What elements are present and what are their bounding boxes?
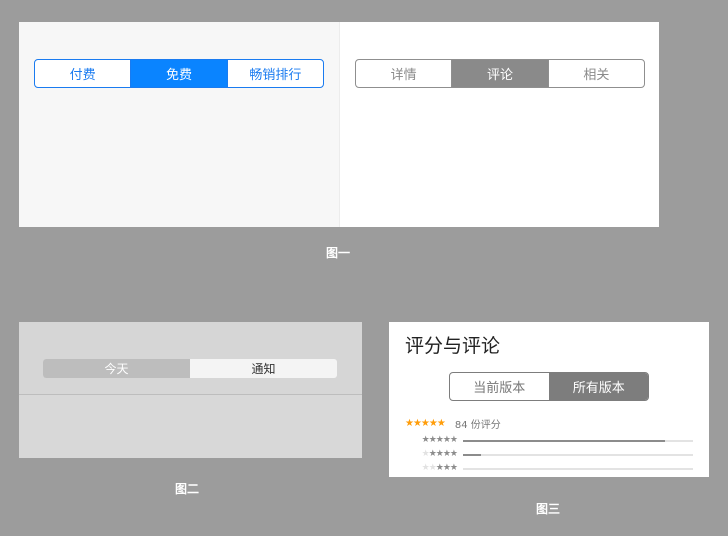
figure-1-right-pane: 详情 评论 相关 [339,22,659,227]
figure-3-panel: 评分与评论 当前版本 所有版本 ★★★★★ 84 份评分 ★★★★★ ★★★★★… [389,322,709,477]
segment-reviews[interactable]: 评论 [451,60,548,87]
today-notifications-segmented-control: 今天 通知 [43,359,337,378]
five-star-label: ★★★★★ [421,435,458,445]
rating-bar-5 [463,440,693,442]
app-detail-segmented-control: 详情 评论 相关 [355,59,645,88]
rating-bar-3 [463,468,693,470]
figure-2-caption: 图二 [175,482,200,496]
store-category-segmented-control: 付费 免费 畅销排行 [34,59,324,88]
figure-3-caption: 图三 [536,502,561,516]
figure-1-caption: 图一 [326,246,351,260]
segment-notifications[interactable]: 通知 [190,359,337,378]
ratings-title: 评分与评论 [405,335,501,357]
segment-related[interactable]: 相关 [547,60,644,87]
figure-2-panel: 今天 通知 [19,322,362,458]
version-segmented-control: 当前版本 所有版本 [449,372,649,401]
rating-count: 84 份评分 [454,420,501,431]
segment-top-grossing[interactable]: 畅销排行 [226,60,323,87]
segment-today[interactable]: 今天 [43,359,190,378]
three-star-label: ★★★★★ [421,463,458,473]
rating-bar-4 [463,454,693,456]
rating-bar-5-fill [463,440,666,442]
four-star-label: ★★★★★ [421,449,458,459]
rating-summary: ★★★★★ 84 份评分 [405,416,501,431]
rating-row-5-stars: ★★★★★ [405,435,458,445]
segment-details[interactable]: 详情 [356,60,451,87]
segment-paid[interactable]: 付费 [35,60,130,87]
segment-all-versions[interactable]: 所有版本 [548,373,648,400]
rating-bar-4-fill [463,454,482,456]
average-rating-stars: ★★★★★ [405,417,446,429]
figure-1-panel: 付费 免费 畅销排行 详情 评论 相关 [19,22,659,227]
rating-row-4-stars: ★★★★★ [405,449,458,459]
segment-free[interactable]: 免费 [130,60,227,87]
segment-current-version[interactable]: 当前版本 [450,373,549,400]
rating-row-3-stars: ★★★★★ [405,463,458,473]
